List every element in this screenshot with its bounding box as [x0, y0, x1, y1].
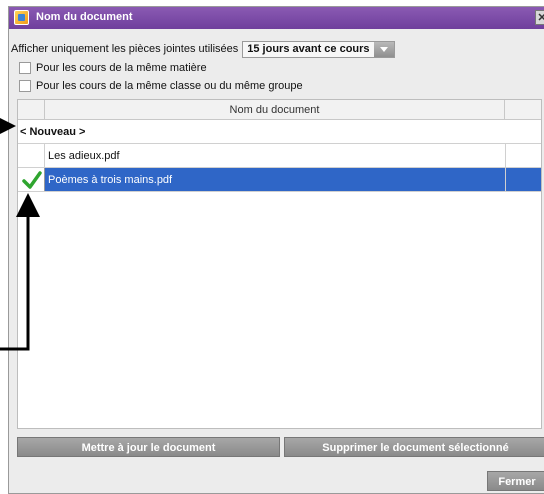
header-document-name[interactable]: Nom du document — [45, 100, 505, 120]
period-select[interactable]: 15 jours avant ce cours — [242, 40, 395, 58]
document-dialog: Nom du document ✕ Afficher uniquement le… — [8, 6, 544, 494]
title-bar: Nom du document ✕ — [9, 7, 544, 29]
check-icon — [22, 171, 42, 189]
documents-table: Nom du document < Nouveau > Les adieux.p… — [17, 99, 542, 429]
period-select-value: 15 jours avant ce cours — [247, 43, 370, 55]
delete-document-button[interactable]: Supprimer le document sélectionné — [284, 437, 544, 457]
chevron-down-icon[interactable] — [373, 41, 394, 57]
document-name: Poèmes à trois mains.pdf — [48, 174, 173, 186]
new-document-label: < Nouveau > — [20, 126, 86, 138]
new-document-row[interactable]: < Nouveau > — [18, 120, 541, 144]
document-icon — [14, 10, 29, 25]
document-name: Les adieux.pdf — [48, 150, 120, 162]
same-subject-label: Pour les cours de la même matière — [36, 62, 207, 74]
filter-label: Afficher uniquement les pièces jointes u… — [11, 43, 239, 55]
same-class-label: Pour les cours de la même classe ou du m… — [36, 80, 303, 92]
row-checkbox[interactable] — [18, 144, 45, 167]
filter-row: Afficher uniquement les pièces jointes u… — [11, 40, 395, 58]
table-row[interactable]: Les adieux.pdf — [18, 144, 541, 168]
table-row-selected[interactable]: Poèmes à trois mains.pdf — [18, 168, 541, 192]
close-icon[interactable]: ✕ — [535, 10, 544, 25]
table-header: Nom du document — [18, 100, 541, 120]
same-class-checkbox[interactable] — [19, 80, 31, 92]
option-same-class[interactable]: Pour les cours de la même classe ou du m… — [19, 79, 303, 93]
same-subject-checkbox[interactable] — [19, 62, 31, 74]
update-document-button[interactable]: Mettre à jour le document — [17, 437, 280, 457]
option-same-subject[interactable]: Pour les cours de la même matière — [19, 61, 207, 75]
window-title: Nom du document — [36, 11, 133, 23]
close-button[interactable]: Fermer — [487, 471, 544, 491]
header-check-column — [18, 100, 45, 120]
row-checkbox[interactable] — [18, 168, 45, 191]
